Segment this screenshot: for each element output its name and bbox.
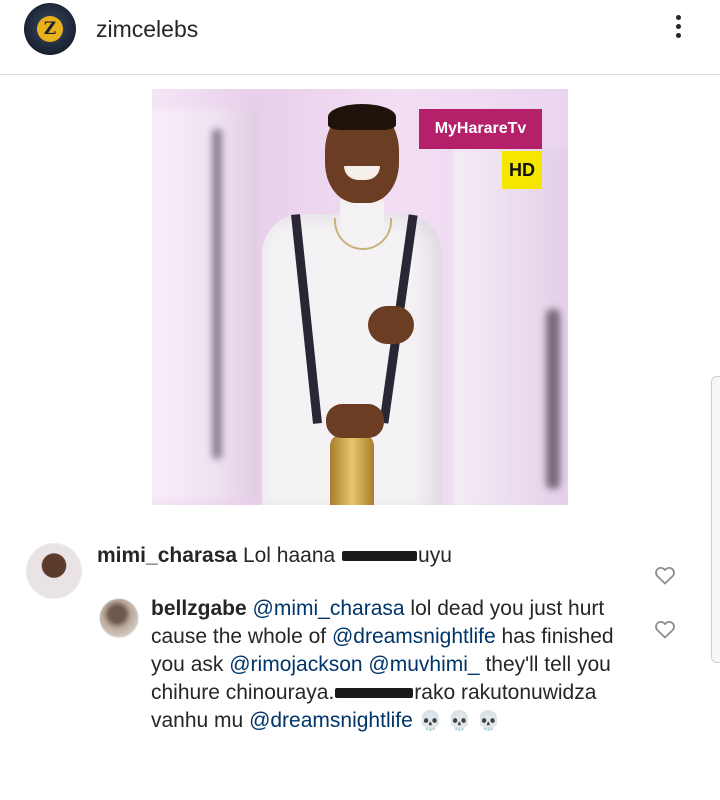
redaction-mark <box>342 551 418 562</box>
hd-badge: HD <box>502 151 542 189</box>
mention-link[interactable]: @dreamsnightlife <box>249 709 413 732</box>
post-header: Z zimcelebs <box>0 0 720 75</box>
heart-outline-icon[interactable] <box>653 563 677 587</box>
avatar[interactable] <box>26 543 82 599</box>
zimcelebs-logo-icon[interactable]: Z <box>24 3 76 55</box>
logo-letter: Z <box>37 16 63 42</box>
skull-emoji: 💀 💀 💀 <box>418 711 501 732</box>
comment-text: bellzgabe @mimi_charasa lol dead you jus… <box>151 595 616 736</box>
heart-outline-icon[interactable] <box>653 617 677 641</box>
myharare-tv-badge: MyHarareTv <box>419 109 542 149</box>
comment-body-end: uyu <box>418 544 452 567</box>
comment-body: Lol haana <box>242 544 342 567</box>
comment-username[interactable]: mimi_charasa <box>97 544 237 567</box>
blurred-background-left <box>152 109 257 499</box>
mention-link[interactable]: @rimojackson <box>229 653 362 676</box>
person-photo <box>262 104 442 505</box>
post-image[interactable]: MyHarareTv HD <box>152 89 568 505</box>
comment-text: mimi_charasa Lol haana uyu <box>97 542 452 570</box>
mention-link[interactable]: @muvhimi_ <box>368 653 479 676</box>
more-vertical-icon[interactable] <box>670 12 686 46</box>
mention-link[interactable]: @mimi_charasa <box>253 597 405 620</box>
comment-username[interactable]: bellzgabe <box>151 597 247 620</box>
blurred-background-right <box>454 149 568 505</box>
champagne-bottle <box>330 434 374 505</box>
post-username[interactable]: zimcelebs <box>96 16 198 43</box>
avatar[interactable] <box>99 598 139 638</box>
mention-link[interactable]: @dreamsnightlife <box>332 625 496 648</box>
redaction-mark <box>335 688 414 699</box>
scrollbar[interactable] <box>711 376 720 663</box>
